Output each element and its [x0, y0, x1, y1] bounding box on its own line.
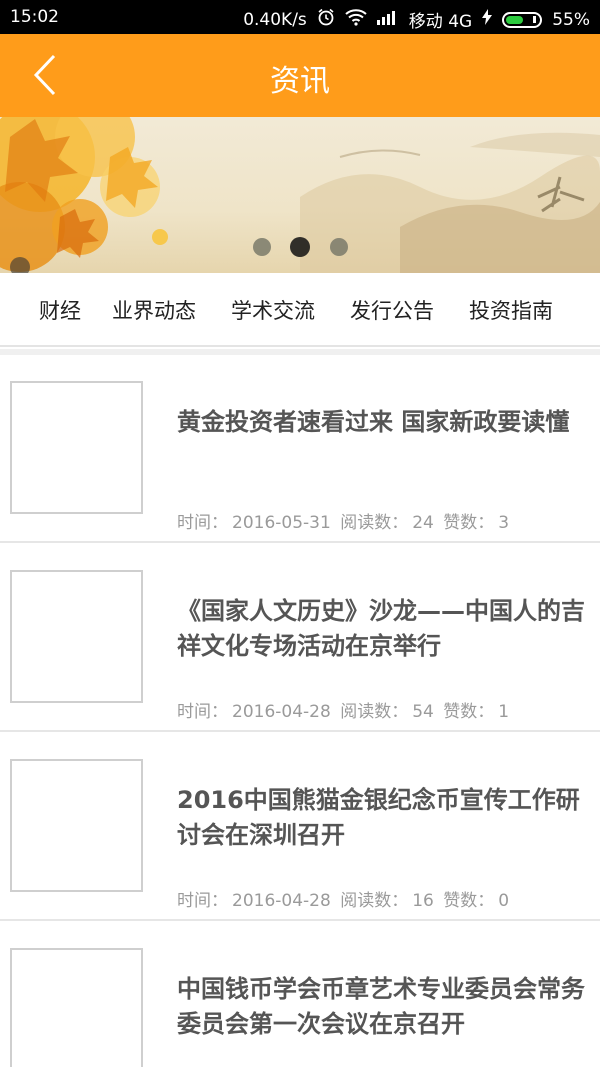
news-reads: 24: [412, 513, 434, 533]
news-thumbnail: [10, 759, 143, 892]
news-thumbnail: [10, 948, 143, 1067]
carrier-label: 移动 4G: [408, 12, 473, 32]
tab-finance[interactable]: 财经: [39, 295, 81, 325]
title-bar: 资讯: [0, 34, 600, 117]
status-time: 15:02: [10, 7, 59, 27]
carousel-indicators: [0, 236, 600, 258]
battery-percent: 55%: [552, 9, 590, 30]
page-title: 资讯: [270, 64, 330, 99]
category-tabs: 财经 业界动态 学术交流 发行公告 投资指南: [0, 273, 600, 347]
carousel-dot-active[interactable]: [290, 237, 310, 257]
news-likes: 0: [498, 891, 510, 911]
alarm-icon: [317, 8, 335, 31]
news-thumbnail: [10, 570, 143, 703]
carousel-dot[interactable]: [330, 238, 348, 256]
banner-carousel[interactable]: [0, 117, 600, 273]
news-reads: 16: [412, 891, 434, 911]
time-label: 时间：: [177, 513, 228, 533]
signal-icon: [376, 9, 399, 30]
carousel-dot[interactable]: [253, 238, 271, 256]
news-reads: 54: [412, 702, 434, 722]
network-speed: 0.40K/s: [243, 9, 307, 30]
tab-announcements[interactable]: 发行公告: [350, 295, 434, 325]
tab-industry-news[interactable]: 业界动态: [112, 295, 196, 325]
news-thumbnail: [10, 381, 143, 514]
news-meta: 时间： 2016-04-28 阅读数： 16 赞数： 0: [177, 886, 513, 911]
likes-label: 赞数：: [443, 891, 495, 911]
news-item[interactable]: 中国钱币学会币章艺术专业委员会常务委员会第一次会议在京召开: [0, 922, 600, 1067]
news-meta: 时间： 2016-04-28 阅读数： 54 赞数： 1: [177, 697, 513, 722]
news-item[interactable]: 黄金投资者速看过来 国家新政要读懂 时间： 2016-05-31 阅读数： 24 赞…: [0, 355, 600, 543]
news-item[interactable]: 2016中国熊猫金银纪念币宣传工作研讨会在深圳召开 时间： 2016-04-28 …: [0, 733, 600, 921]
news-meta: 时间： 2016-05-31 阅读数： 24 赞数： 3: [177, 508, 513, 533]
time-label: 时间：: [177, 891, 228, 911]
status-indicators: 0.40K/s 移动 4G 55%: [243, 7, 590, 32]
news-title: 2016中国熊猫金银纪念币宣传工作研讨会在深圳召开: [177, 786, 580, 849]
tab-investment-guide[interactable]: 投资指南: [469, 295, 553, 325]
reads-label: 阅读数：: [340, 513, 409, 533]
reads-label: 阅读数：: [340, 891, 409, 911]
likes-label: 赞数：: [443, 702, 495, 722]
charging-icon: [482, 9, 493, 30]
news-likes: 3: [498, 513, 510, 533]
wifi-icon: [345, 8, 367, 31]
status-bar: 15:02 0.40K/s 移动 4G 55%: [0, 0, 600, 34]
time-label: 时间：: [177, 702, 228, 722]
reads-label: 阅读数：: [340, 702, 409, 722]
news-title: 《国家人文历史》沙龙——中国人的吉祥文化专场活动在京举行: [177, 597, 585, 660]
battery-icon: [502, 10, 543, 30]
news-date: 2016-04-28: [232, 702, 331, 722]
news-title: 黄金投资者速看过来 国家新政要读懂: [177, 408, 570, 436]
tab-academic[interactable]: 学术交流: [231, 295, 315, 325]
news-date: 2016-04-28: [232, 891, 331, 911]
news-likes: 1: [498, 702, 510, 722]
news-title: 中国钱币学会币章艺术专业委员会常务委员会第一次会议在京召开: [177, 975, 585, 1038]
news-item[interactable]: 《国家人文历史》沙龙——中国人的吉祥文化专场活动在京举行 时间： 2016-04-…: [0, 544, 600, 732]
likes-label: 赞数：: [443, 513, 495, 533]
news-date: 2016-05-31: [232, 513, 331, 533]
